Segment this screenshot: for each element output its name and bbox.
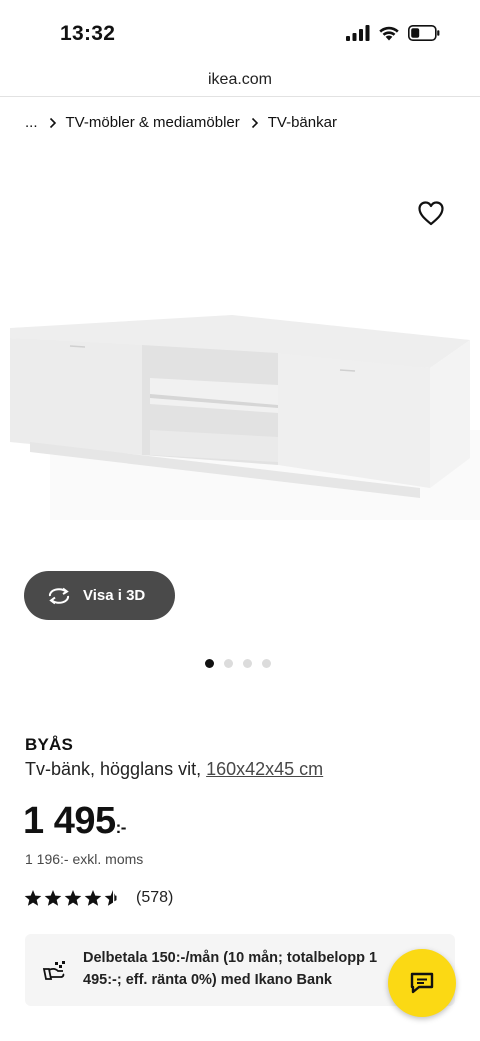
- half-star-icon: [104, 890, 117, 906]
- wifi-icon: [379, 26, 399, 41]
- rating-summary[interactable]: (578): [24, 889, 173, 907]
- breadcrumb: ... TV-möbler & mediamöbler TV-bänkar: [25, 114, 337, 131]
- product-description-line: Tv-bänk, högglans vit, 160x42x45 cm: [25, 759, 323, 780]
- status-bar: 13:32: [0, 0, 480, 66]
- star-icon: [64, 890, 82, 906]
- price-suffix: :-: [115, 818, 127, 837]
- pager-dot[interactable]: [262, 659, 271, 668]
- chat-icon: [410, 972, 434, 994]
- browser-url[interactable]: ikea.com: [208, 71, 272, 88]
- review-count[interactable]: (578): [136, 889, 173, 907]
- rating-stars: [24, 889, 122, 907]
- price-ex-vat: 1 196:- exkl. moms: [25, 851, 144, 867]
- product-dimensions-link[interactable]: 160x42x45 cm: [206, 759, 323, 779]
- price-value: 1 495: [23, 800, 116, 842]
- chat-button[interactable]: [388, 949, 456, 1017]
- product-image[interactable]: [0, 290, 480, 560]
- breadcrumb-item-tv-bankar[interactable]: TV-bänkar: [268, 114, 337, 131]
- pager-dot[interactable]: [205, 659, 214, 668]
- rotate-icon: [48, 587, 70, 604]
- star-icon: [84, 890, 102, 906]
- chevron-right-icon: [251, 117, 258, 128]
- tv-bench-illustration: [10, 315, 480, 560]
- view-3d-label: Visa i 3D: [83, 587, 146, 604]
- star-icon: [44, 890, 62, 906]
- view-3d-button[interactable]: Visa i 3D: [24, 571, 175, 620]
- favorite-button[interactable]: [416, 199, 446, 227]
- status-time: 13:32: [60, 22, 116, 45]
- star-icon: [24, 890, 42, 906]
- breadcrumb-item-tv-mobler[interactable]: TV-möbler & mediamöbler: [66, 114, 240, 131]
- pager-dot[interactable]: [224, 659, 233, 668]
- battery-icon: [408, 25, 440, 41]
- cellular-signal-icon: [346, 25, 370, 41]
- browser-url-bar[interactable]: ikea.com: [0, 66, 480, 97]
- image-pager: [205, 659, 271, 668]
- product-price: 1 495:-: [23, 800, 126, 843]
- product-name: BYÅS: [25, 735, 74, 754]
- chevron-right-icon: [49, 117, 56, 128]
- breadcrumb-ellipsis[interactable]: ...: [25, 114, 38, 131]
- heart-icon: [418, 201, 444, 226]
- pager-dot[interactable]: [243, 659, 252, 668]
- product-description: Tv-bänk, högglans vit,: [25, 759, 202, 779]
- status-icons: [346, 25, 440, 41]
- finance-text: Delbetala 150:-/mån (10 mån; totalbelopp…: [83, 950, 378, 988]
- payment-icon: [42, 961, 65, 980]
